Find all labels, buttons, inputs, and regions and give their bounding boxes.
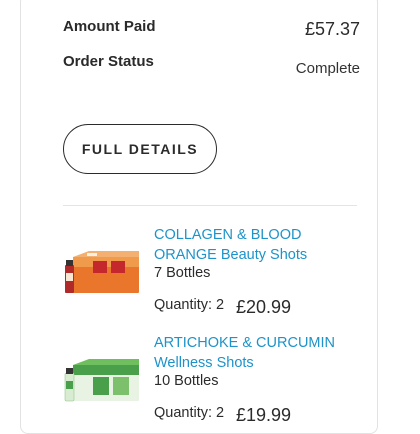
amount-paid-value: £57.37 <box>304 19 360 39</box>
divider <box>63 205 357 206</box>
amount-paid-label: Amount Paid <box>63 18 156 35</box>
full-details-button[interactable]: FULL DETAILS <box>63 124 217 174</box>
product-bottles: 10 Bottles <box>154 373 219 389</box>
order-status-value: Complete <box>295 60 360 77</box>
beauty-shots-product-image[interactable] <box>63 239 143 299</box>
product-name-link[interactable]: ARTICHOKE & CURCUMIN Wellness Shots <box>154 333 364 373</box>
quantity-label: Quantity: 2 <box>154 405 225 421</box>
order-status-label: Order Status <box>63 53 154 70</box>
item-price: £19.99 <box>236 405 292 425</box>
order-status-row: Order Status Complete <box>63 53 380 77</box>
product-name-link[interactable]: COLLAGEN & BLOOD ORANGE Beauty Shots <box>154 225 364 265</box>
quantity-label: Quantity: 2 <box>154 297 225 313</box>
item-price: £20.99 <box>236 297 292 317</box>
amount-paid-row: Amount Paid £57.37 <box>63 18 380 39</box>
product-bottles: 7 Bottles <box>154 265 211 281</box>
wellness-shots-product-image[interactable] <box>63 347 143 407</box>
